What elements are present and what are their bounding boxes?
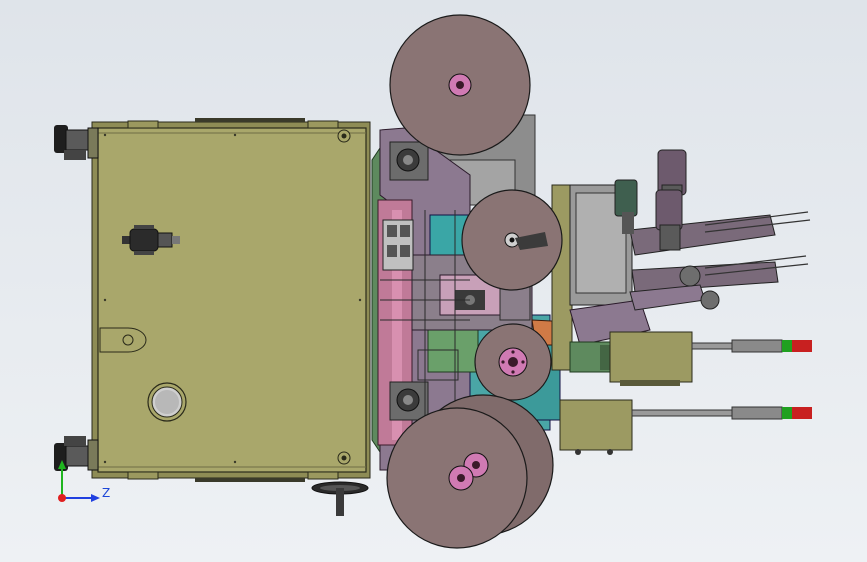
signal-tower-icon — [631, 406, 812, 420]
cad-model-drawing — [54, 14, 812, 549]
motor-housing-icon — [389, 141, 429, 181]
cabinet-hinge — [307, 471, 339, 480]
axis-z-label: Z — [102, 486, 111, 500]
caster-wheel-icon — [54, 125, 99, 160]
lower-right-box — [559, 399, 633, 455]
cabinet-assembly — [54, 118, 371, 516]
olive-vertical-plate — [551, 184, 573, 371]
door-latch-icon — [99, 327, 147, 353]
caster-wheel-icon — [54, 436, 99, 471]
hand-wheel-icon — [311, 481, 369, 516]
cabinet-hinge — [127, 471, 159, 480]
reel-top — [389, 14, 531, 156]
control-box — [609, 331, 693, 386]
reel-bottom-front — [386, 407, 528, 549]
motor-housing-icon — [389, 381, 429, 421]
terminal-block-icon — [382, 219, 414, 271]
reel-middle — [461, 189, 563, 291]
cabinet-hinge — [307, 120, 339, 129]
signal-tower-icon — [691, 339, 812, 353]
cad-viewport[interactable]: Z — [0, 0, 867, 562]
reel-small — [474, 323, 552, 401]
pneumatic-cylinder-icon — [655, 189, 683, 251]
round-port-icon — [147, 382, 187, 422]
cabinet-hinge — [127, 120, 159, 129]
cabinet-body — [97, 127, 367, 473]
